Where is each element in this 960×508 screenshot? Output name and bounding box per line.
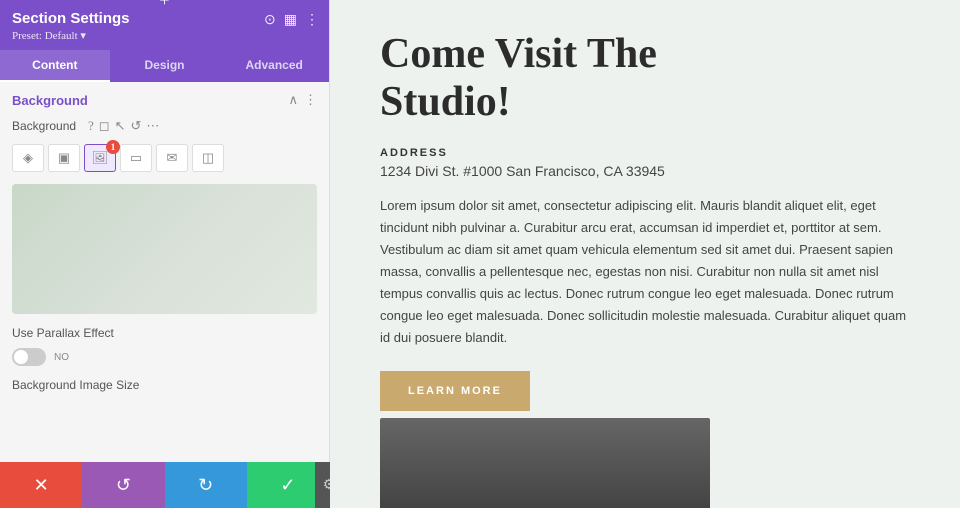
bg-type-image[interactable]: 🖼 1 [84,144,116,172]
bg-type-map[interactable]: ◫ [192,144,224,172]
tab-content[interactable]: Content [0,50,110,82]
bg-help-icon[interactable]: ? [88,118,94,134]
bg-type-video[interactable]: ▭ [120,144,152,172]
body-text: Lorem ipsum dolor sit amet, consectetur … [380,195,910,350]
background-section-header: Background ∧ ⋮ [0,82,329,114]
learn-more-button[interactable]: LEARN MORE [380,371,530,411]
panel-header-icons: ⊙ ▦ ⋮ [264,12,319,29]
map-icon: ◫ [202,150,214,166]
main-heading: Come Visit TheStudio! [380,30,910,127]
undo-icon: ↺ [116,475,131,496]
bg-icons: ? ◻ ↖ ↺ ⋯ [88,118,159,134]
background-row: Background ? ◻ ↖ ↺ ⋯ [0,114,329,140]
section-menu-icon[interactable]: ⋮ [304,92,317,108]
address-value: 1234 Divi St. #1000 San Francisco, CA 33… [380,163,910,179]
video-icon: ▭ [130,150,142,166]
bg-type-gradient[interactable]: ◈ [12,144,44,172]
panel-grid-icon[interactable]: ▦ [284,12,297,29]
parallax-toggle-row: NO [0,348,329,374]
cancel-button[interactable]: ✕ [0,462,82,508]
panel-body: Background ∧ ⋮ Background ? ◻ ↖ ↺ ⋯ ◈ ▣ [0,82,329,508]
color-icon: ▣ [58,150,70,166]
parallax-row: Use Parallax Effect [0,318,329,348]
cancel-icon: ✕ [34,475,49,496]
main-content: Come Visit TheStudio! ADDRESS 1234 Divi … [330,0,960,508]
parallax-toggle-value: NO [54,352,69,363]
bg-type-pattern[interactable]: ✉ [156,144,188,172]
bg-more-icon[interactable]: ⋯ [146,118,159,134]
gradient-icon: ◈ [23,150,33,166]
image-icon: 🖼 [92,150,109,166]
panel-search-icon[interactable]: ⊙ [264,12,276,29]
bg-copy-icon[interactable]: ◻ [99,118,110,134]
settings-panel: + Section Settings Preset: Default ▾ ⊙ ▦… [0,0,330,508]
bg-preview [12,184,317,314]
toggle-knob [14,350,28,364]
bg-type-row: ◈ ▣ 🖼 1 ▭ ✉ ◫ [0,140,329,180]
panel-tabs: Content Design Advanced [0,50,329,82]
address-label: ADDRESS [380,147,910,159]
tab-design[interactable]: Design [110,50,220,82]
panel-menu-icon[interactable]: ⋮ [305,12,319,29]
tab-advanced[interactable]: Advanced [219,50,329,82]
image-badge: 1 [106,140,120,154]
bg-reset-icon[interactable]: ↺ [130,118,141,134]
redo-button[interactable]: ↻ [165,462,247,508]
bg-preview-image [12,184,317,314]
pattern-icon: ✉ [167,150,178,166]
bg-label: Background [12,119,82,133]
bottom-image [380,418,710,508]
bottom-toolbar: ✕ ↺ ↻ ✓ ⚙ [0,462,329,508]
parallax-toggle[interactable] [12,348,46,366]
bg-cursor-icon[interactable]: ↖ [115,118,126,134]
panel-preset[interactable]: Preset: Default ▾ [12,29,317,42]
bg-type-color[interactable]: ▣ [48,144,80,172]
save-icon: ✓ [280,475,295,496]
section-header-controls: ∧ ⋮ [288,92,317,108]
parallax-label: Use Parallax Effect [12,326,114,340]
undo-button[interactable]: ↺ [82,462,164,508]
section-collapse-icon[interactable]: ∧ [288,92,298,108]
bg-size-label: Background Image Size [0,374,329,394]
background-section-title: Background [12,93,88,108]
redo-icon: ↻ [198,475,213,496]
